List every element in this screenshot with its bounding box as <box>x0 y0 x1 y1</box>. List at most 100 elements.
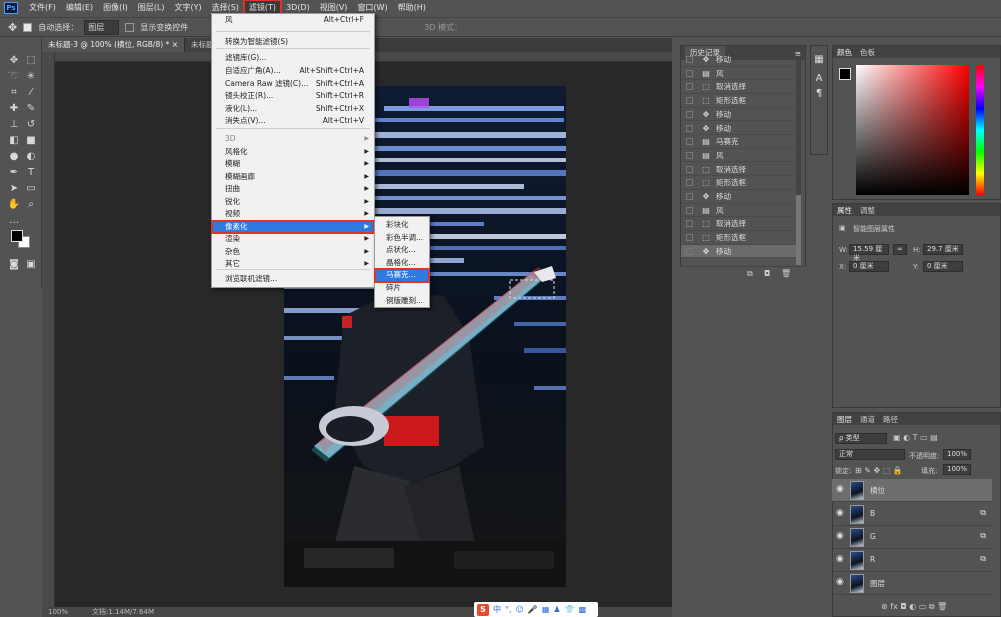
type-icon[interactable]: T <box>23 166 39 180</box>
tab-channels[interactable]: 通道 <box>860 414 875 425</box>
visibility-eye-icon[interactable]: ◉ <box>836 531 844 541</box>
visibility-eye-icon[interactable]: ◉ <box>836 508 844 518</box>
history-scroll-thumb[interactable] <box>796 195 801 265</box>
filter-menu-item[interactable]: 像素化 ▶ <box>211 219 375 234</box>
ime-user-icon[interactable]: ♟ <box>553 605 560 614</box>
tab-properties[interactable]: 属性 <box>837 205 852 216</box>
history-brush-source-checkbox[interactable] <box>686 138 693 146</box>
stamp-icon[interactable]: ⊥ <box>6 118 22 132</box>
history-brush-source-checkbox[interactable] <box>686 206 693 214</box>
character-icon[interactable]: A <box>811 73 827 84</box>
magic-wand-icon[interactable]: ✳ <box>23 70 39 84</box>
hand-icon[interactable]: ✋ <box>6 198 22 212</box>
filter-menu-item[interactable]: 浏览联机滤镜... <box>212 273 374 286</box>
new-document-from-state-icon[interactable]: ⧉ <box>747 269 753 279</box>
close-tab-icon[interactable]: × <box>172 40 178 49</box>
tab-swatches[interactable]: 色板 <box>860 47 875 58</box>
layer-row[interactable]: ◉ B ⧉ <box>832 503 992 526</box>
layer-name[interactable]: R <box>870 555 875 564</box>
screen-mode-icon[interactable]: ▣ <box>23 258 39 272</box>
zoom-level[interactable]: 100% <box>48 608 68 616</box>
menu-file[interactable]: 文件(F) <box>24 0 61 16</box>
lock-icons[interactable]: ⊞ ✎ ✥ ⬚ 🔒 <box>855 466 903 475</box>
dodge-icon[interactable]: ◐ <box>23 150 39 164</box>
move-tool-icon[interactable]: ✥ <box>8 21 17 34</box>
marquee-icon[interactable]: ⬚ <box>23 54 39 68</box>
history-brush-icon[interactable]: ↺ <box>23 118 39 132</box>
history-state-row[interactable]: ✥ 移动 <box>681 108 799 122</box>
filter-menu-item[interactable]: 转换为智能滤镜(S) <box>212 36 374 49</box>
visibility-eye-icon[interactable]: ◉ <box>836 577 844 587</box>
history-brush-source-checkbox[interactable] <box>686 151 693 159</box>
move-icon[interactable]: ✥ <box>6 54 22 68</box>
foreground-color-swatch[interactable] <box>11 230 23 242</box>
history-brush-source-checkbox[interactable] <box>686 110 693 118</box>
show-transform-checkbox[interactable] <box>125 22 135 32</box>
rectangle-icon[interactable]: ▭ <box>23 182 39 196</box>
pixelate-submenu-item[interactable]: 碎片 <box>375 282 429 295</box>
filter-menu-item[interactable]: 镜头校正(R)... Shift+Ctrl+R <box>212 90 374 103</box>
tab-paths[interactable]: 路径 <box>883 414 898 425</box>
layer-row[interactable]: ◉ G ⧉ <box>832 526 992 549</box>
history-state-row[interactable]: ✥ 移动 <box>681 53 799 67</box>
blur-icon[interactable]: ● <box>6 150 22 164</box>
layer-row[interactable]: ◉ R ⧉ <box>832 549 992 572</box>
menu-type[interactable]: 文字(Y) <box>169 0 206 16</box>
tab-document-3[interactable]: 未标题-3 @ 100% (横位, RGB/8) * × <box>42 38 185 52</box>
visibility-eye-icon[interactable]: ◉ <box>836 554 844 564</box>
healing-icon[interactable]: ✚ <box>6 102 22 116</box>
y-field[interactable]: 0 厘米 <box>923 261 963 272</box>
history-state-row[interactable]: ✥ 移动 <box>681 244 799 259</box>
history-brush-source-checkbox[interactable] <box>686 234 693 242</box>
eyedropper-icon[interactable]: ⁄ <box>23 86 39 100</box>
history-state-row[interactable]: ⬚ 矩形选框 <box>681 94 799 108</box>
tab-color[interactable]: 颜色 <box>837 47 852 58</box>
layer-name[interactable]: 图层 <box>870 578 885 589</box>
history-state-row[interactable]: ⬚ 取消选择 <box>681 217 799 231</box>
layer-row[interactable]: ◉ 图层 <box>832 572 992 595</box>
history-brush-source-checkbox[interactable] <box>686 247 693 255</box>
history-state-row[interactable]: ▤ 马赛克 <box>681 135 799 149</box>
filter-menu-item[interactable]: 模糊画廊 ▶ <box>212 171 374 184</box>
more-tools-icon[interactable]: … <box>6 214 22 228</box>
filter-menu-item[interactable]: 风 Alt+Ctrl+F <box>212 14 374 27</box>
layer-filter-icons[interactable]: ▣ ◐ T ▭ ▤ <box>893 433 938 442</box>
hue-slider[interactable] <box>976 65 984 195</box>
history-state-row[interactable]: ⬚ 取消选择 <box>681 80 799 94</box>
eraser-icon[interactable]: ◧ <box>6 134 22 148</box>
menu-image[interactable]: 图像(I) <box>98 0 133 16</box>
quick-mask-icon[interactable]: ◙ <box>6 258 22 272</box>
filter-menu-item[interactable]: 渲染 ▶ <box>212 233 374 246</box>
pixelate-submenu-item[interactable]: 马赛克... <box>374 268 430 283</box>
history-state-row[interactable]: ▤ 风 <box>681 149 799 163</box>
pixelate-submenu-item[interactable]: 彩块化 <box>375 219 429 232</box>
fill-field[interactable]: 100% <box>943 464 971 475</box>
filter-menu-item[interactable]: 3D ▶ <box>212 133 374 146</box>
opacity-field[interactable]: 100% <box>943 449 971 460</box>
width-field[interactable]: 15.59 厘米 <box>849 244 889 262</box>
layer-kind-filter[interactable]: ρ 类型 <box>835 433 887 444</box>
color-foreground-swatch[interactable] <box>839 68 851 80</box>
filter-menu-item[interactable]: 风格化 ▶ <box>212 146 374 159</box>
layer-name[interactable]: G <box>870 532 876 541</box>
snapshot-icon[interactable]: ◘ <box>764 269 770 278</box>
ime-mic-icon[interactable]: 🎤 <box>528 605 538 614</box>
filter-menu-item[interactable]: 自适应广角(A)... Alt+Shift+Ctrl+A <box>212 65 374 78</box>
height-field[interactable]: 29.7 厘米 <box>923 244 963 255</box>
filter-menu-item[interactable]: 杂色 ▶ <box>212 246 374 259</box>
history-brush-source-checkbox[interactable] <box>686 220 693 228</box>
history-state-row[interactable]: ▤ 风 <box>681 204 799 218</box>
crop-icon[interactable]: ⌗ <box>6 86 22 100</box>
pixelate-submenu-item[interactable]: 点状化... <box>375 244 429 257</box>
paragraph-icon[interactable]: ¶ <box>811 88 827 99</box>
filter-menu-item[interactable]: 视频 ▶ <box>212 208 374 221</box>
filter-menu-item[interactable]: 滤镜库(G)... <box>212 52 374 65</box>
history-brush-source-checkbox[interactable] <box>686 165 693 173</box>
gradient-icon[interactable]: ■ <box>23 134 39 148</box>
history-state-row[interactable]: ▤ 风 <box>681 67 799 81</box>
ime-toolbar[interactable]: S 中 °, ☺ 🎤 ▦ ♟ 👕 ▩ <box>474 602 598 617</box>
layer-row[interactable]: ◉ 横位 <box>832 479 992 502</box>
menu-edit[interactable]: 编辑(E) <box>61 0 98 16</box>
history-state-row[interactable]: ⬚ 矩形选框 <box>681 176 799 190</box>
ime-emoji-icon[interactable]: ☺ <box>516 605 524 614</box>
